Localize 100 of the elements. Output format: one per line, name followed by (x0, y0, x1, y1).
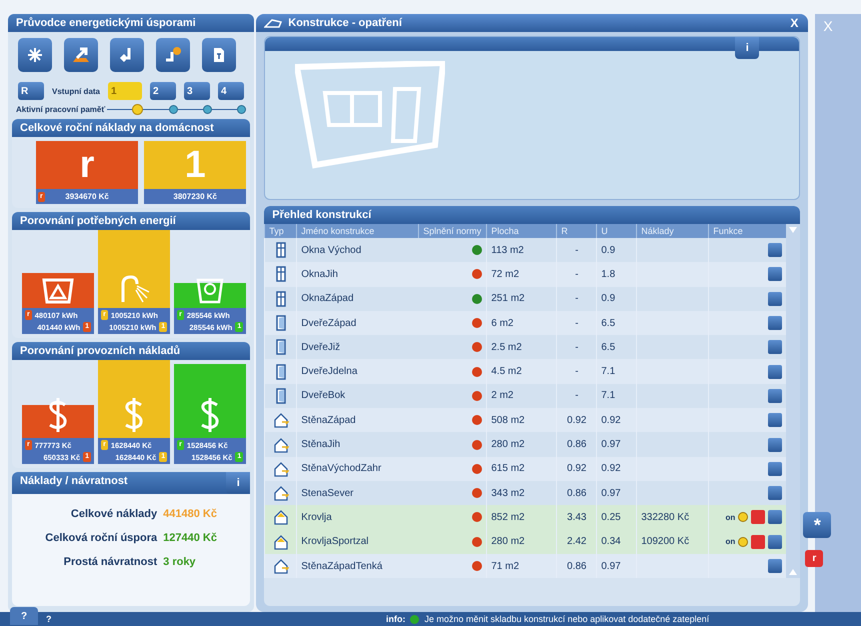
table-cell: 109200 Kč (641, 536, 690, 548)
heater-icon (41, 278, 76, 304)
edit-button[interactable] (768, 438, 782, 452)
door-icon (276, 364, 286, 380)
tool-button[interactable] (156, 38, 190, 72)
edit-button[interactable] (768, 340, 782, 354)
column-header: Splnění normy (418, 224, 486, 238)
arrow-icon (164, 46, 182, 64)
edit-button[interactable] (768, 413, 782, 428)
panel-title: Průvodce energetickými úsporami (8, 14, 254, 32)
edit-button[interactable] (768, 559, 782, 573)
edit-button[interactable] (768, 292, 782, 306)
memory-slot[interactable] (237, 105, 246, 114)
house-icon (272, 485, 289, 502)
tool-button[interactable] (110, 38, 144, 72)
column-header: Funkce (708, 224, 786, 238)
tile: 1 (144, 141, 246, 189)
house-icon (272, 412, 289, 428)
window-icon (276, 290, 286, 307)
table-cell: StěnaJih (301, 439, 340, 450)
table-row[interactable]: DveřeZápad 6 m2 - 6.5 (264, 310, 786, 336)
table-cell: OknaZápad (301, 293, 354, 304)
edit-button[interactable] (768, 534, 782, 549)
info-button[interactable]: i (735, 37, 760, 59)
dialog-icon (264, 18, 282, 28)
tile: r (36, 141, 138, 189)
table-row[interactable]: StěnaVýchodZahr 615 m2 0.92 0.92 (264, 456, 786, 481)
table-cell: DveřeBok (301, 390, 346, 402)
tool-button[interactable] (202, 38, 236, 72)
close-button[interactable]: X (788, 16, 800, 30)
help-hint: ? (46, 614, 52, 624)
edit-button[interactable] (768, 486, 782, 500)
tool-button[interactable] (18, 38, 52, 72)
dialog-title: Konstrukce - opatření (288, 17, 404, 29)
reset-button[interactable]: R (18, 82, 44, 100)
payback-label: Prostá návratnost (62, 556, 158, 568)
table-row[interactable]: DveřeJiž 2.5 m2 - 6.5 (264, 335, 786, 360)
payback-label: Celková roční úspora (45, 532, 158, 544)
table-row[interactable]: StěnaZápadTenká 71 m2 0.86 0.97 (264, 554, 786, 578)
edit-button[interactable] (768, 267, 782, 282)
house-icon (272, 558, 289, 574)
info-button[interactable]: i (226, 472, 250, 494)
table-row[interactable]: DveřeBok 2 m2 - 7.1 (264, 384, 786, 408)
slot-button[interactable]: 4 (218, 82, 244, 100)
slot-button[interactable]: 2 (150, 82, 176, 100)
house-icon (272, 534, 289, 550)
arrow-icon (72, 46, 90, 64)
table-row[interactable]: StěnaZápad 508 m2 0.92 0.92 (264, 408, 786, 432)
table-cell: 0.97 (596, 554, 636, 578)
edit-button[interactable] (768, 462, 782, 476)
column-header: R (556, 224, 596, 238)
info-label: info: (386, 614, 406, 624)
edit-button[interactable] (768, 388, 782, 403)
section-title: Přehled konstrukcí (264, 206, 800, 224)
house-icon (272, 436, 289, 453)
reset-button[interactable]: r (805, 550, 824, 567)
table-row[interactable]: StenaSever 343 m2 0.86 0.97 (264, 480, 786, 506)
column-header: U (596, 224, 636, 238)
memory-slot[interactable] (168, 105, 178, 114)
table-cell: DveřeJiž (301, 342, 340, 353)
table-cell: StenaSever (301, 488, 354, 499)
table-row[interactable]: OknaZápad 251 m2 - 0.9 (264, 286, 786, 311)
table-row[interactable]: OknaJih 72 m2 - 1.8 (264, 262, 786, 287)
edit-button[interactable] (768, 510, 782, 524)
door-icon (276, 339, 286, 356)
toggle-dot[interactable] (738, 512, 748, 522)
table-cell: 71 m2 (486, 554, 556, 578)
column-header: Plocha (486, 224, 556, 238)
column-header: Typ (264, 224, 296, 238)
help-button[interactable]: ? (10, 607, 38, 625)
input-data-label: Vstupní data (52, 86, 100, 96)
document-icon (213, 47, 225, 63)
value-text: 3807230 Kč (173, 192, 217, 201)
window-icon (276, 242, 286, 258)
payback-value: 127440 Kč (163, 532, 217, 544)
table-cell: OknaJih (301, 268, 338, 280)
remove-button[interactable] (751, 534, 766, 549)
payback-value: 3 roky (163, 556, 197, 568)
window-icon (276, 266, 286, 282)
slot-button[interactable]: 3 (184, 82, 210, 100)
table-cell: Okna Východ (301, 244, 362, 256)
edit-button[interactable] (768, 243, 782, 258)
section-title: Celkové roční náklady na domácnost (12, 119, 250, 137)
table-row[interactable]: StěnaJih 280 m2 0.86 0.97 (264, 432, 786, 457)
table-row[interactable]: KrovljaSportzal 280 m2 2.42 0.34 109200 Kč on (264, 530, 786, 554)
memory-slot[interactable] (203, 105, 212, 114)
table-cell: KrovljaSportzal (301, 536, 369, 548)
table-row[interactable]: Krovlja 852 m2 3.43 0.25 332280 Kč on (264, 505, 786, 530)
table-cell: DveřeJdelna (301, 366, 358, 378)
star-button[interactable]: * (803, 512, 832, 538)
edit-button[interactable] (768, 364, 782, 379)
value-text: 3934670 Kč (65, 192, 109, 201)
tool-button[interactable] (64, 38, 98, 72)
payback-value: 441480 Kč (163, 508, 217, 520)
remove-button[interactable] (751, 510, 766, 524)
payback-label: Celkové náklady (70, 508, 158, 520)
edit-button[interactable] (768, 316, 782, 330)
toggle-dot[interactable] (738, 536, 748, 547)
table-row[interactable]: DveřeJdelna 4.5 m2 - 7.1 (264, 359, 786, 384)
table-row[interactable]: Okna Východ 113 m2 - 0.9 (264, 238, 786, 262)
